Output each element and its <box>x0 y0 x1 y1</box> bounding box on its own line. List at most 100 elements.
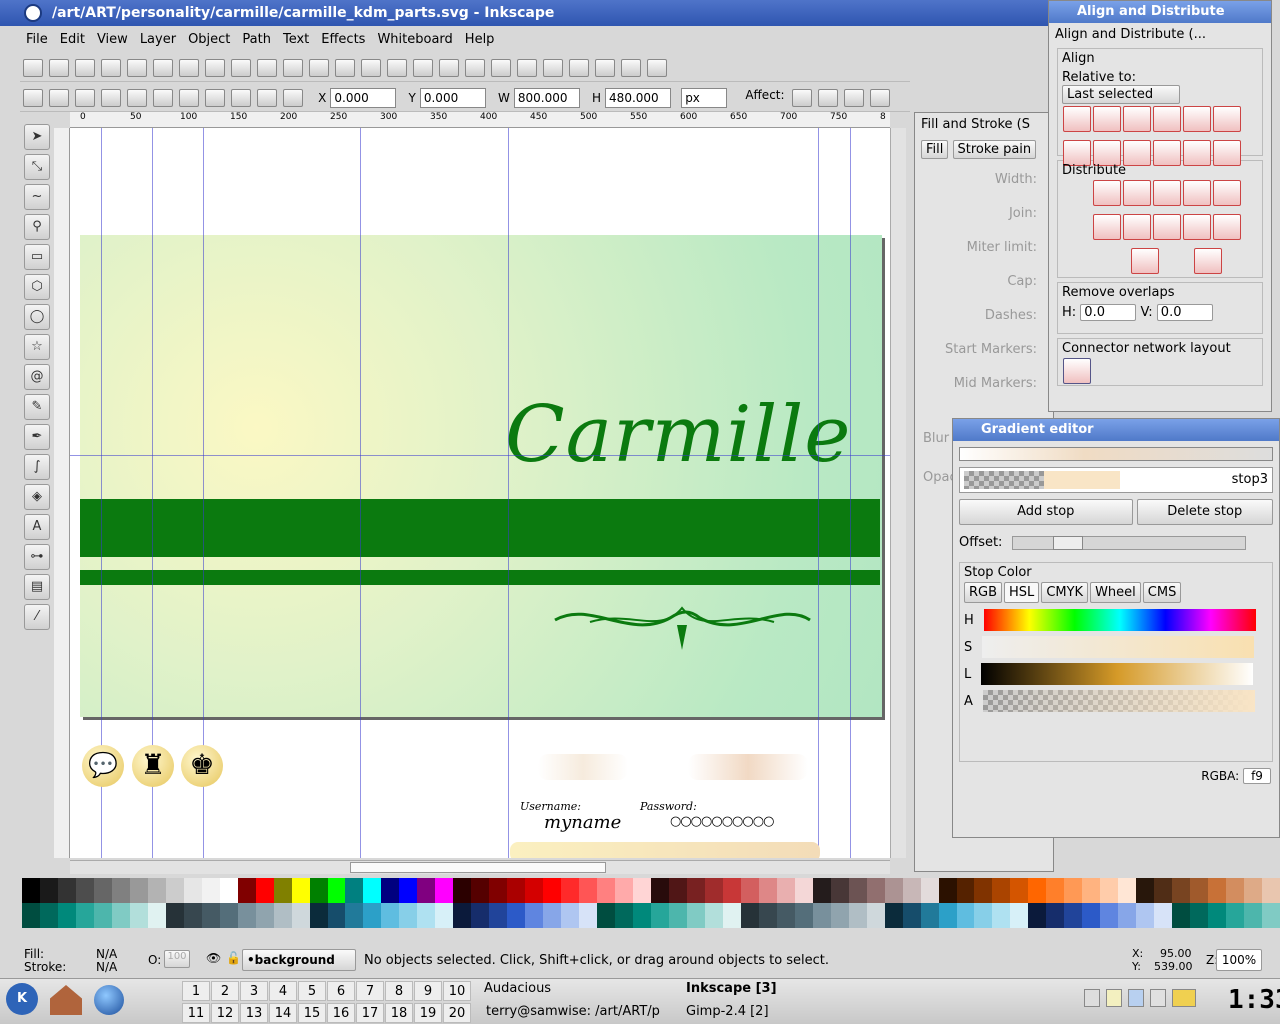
center-horizontal-axis-icon[interactable] <box>1123 140 1151 166</box>
palette-swatch[interactable] <box>1244 878 1263 903</box>
vertical-scrollbar[interactable] <box>890 128 906 858</box>
raise-icon[interactable] <box>231 89 251 107</box>
task-inkscape[interactable]: Inkscape [3] <box>686 981 777 996</box>
relative-to-select[interactable]: Last selected <box>1062 85 1180 104</box>
palette-swatch[interactable] <box>309 878 328 903</box>
palette-swatch[interactable] <box>129 878 148 903</box>
overlap-v-field[interactable]: 0.0 <box>1156 304 1213 321</box>
save-icon[interactable] <box>75 59 95 77</box>
tab-cms[interactable]: CMS <box>1142 582 1182 603</box>
palette-swatch[interactable] <box>956 878 975 903</box>
tweak-tool-icon[interactable]: ~ <box>24 184 50 210</box>
guide-line[interactable] <box>818 128 819 858</box>
desktop-1[interactable]: 1 <box>182 981 210 1001</box>
desktop-3[interactable]: 3 <box>240 981 268 1001</box>
flip-v-icon[interactable] <box>179 89 199 107</box>
palette-swatch[interactable] <box>165 903 184 928</box>
palette-swatch[interactable] <box>1262 878 1280 903</box>
palette-swatch[interactable] <box>1226 903 1245 928</box>
palette-swatch[interactable] <box>866 903 885 928</box>
menu-effects[interactable]: Effects <box>315 28 371 52</box>
palette-swatch[interactable] <box>1118 878 1137 903</box>
palette-swatch[interactable] <box>75 878 94 903</box>
offset-slider-thumb[interactable] <box>1053 535 1084 550</box>
green-band-wide[interactable] <box>80 499 880 557</box>
menu-object[interactable]: Object <box>182 28 236 52</box>
flip-h-icon[interactable] <box>153 89 173 107</box>
unclump-icon[interactable] <box>1194 248 1222 274</box>
palette-swatch[interactable] <box>650 903 669 928</box>
palette-swatch[interactable] <box>435 878 454 903</box>
browser-globe-icon[interactable] <box>94 985 124 1015</box>
palette-swatch[interactable] <box>722 878 741 903</box>
palette-swatch[interactable] <box>57 878 76 903</box>
offset-slider[interactable] <box>1012 535 1247 550</box>
palette-swatch[interactable] <box>830 878 849 903</box>
scroll-thumb[interactable] <box>350 862 606 873</box>
palette-swatch[interactable] <box>435 903 454 928</box>
palette-swatch[interactable] <box>794 878 813 903</box>
gradient-tool-icon[interactable]: ▤ <box>24 574 50 600</box>
menu-edit[interactable]: Edit <box>54 28 91 52</box>
palette-swatch[interactable] <box>345 903 364 928</box>
selector-tool-icon[interactable]: ➤ <box>24 124 50 150</box>
volume-icon[interactable] <box>1150 989 1166 1007</box>
palette-swatch[interactable] <box>507 903 526 928</box>
xml-editor-icon[interactable] <box>569 59 589 77</box>
palette-swatch[interactable] <box>830 903 849 928</box>
palette-swatch[interactable] <box>992 903 1011 928</box>
palette-swatch[interactable] <box>57 903 76 928</box>
layer-select[interactable]: •background <box>242 949 356 971</box>
node-tool-icon[interactable]: ⤡ <box>24 154 50 180</box>
desktop-6[interactable]: 6 <box>327 981 355 1001</box>
stop-select[interactable]: stop3 <box>959 467 1273 493</box>
palette-swatch[interactable] <box>1064 903 1083 928</box>
palette-swatch[interactable] <box>471 878 490 903</box>
zoom-field[interactable]: 100% <box>1216 949 1262 971</box>
menu-file[interactable]: File <box>20 28 54 52</box>
palette-swatch[interactable] <box>1262 903 1280 928</box>
tab-fill[interactable]: Fill <box>921 140 949 159</box>
palette-swatch[interactable] <box>884 878 903 903</box>
palette-swatch[interactable] <box>22 903 40 928</box>
desktop-12[interactable]: 12 <box>211 1003 239 1023</box>
star-tool-icon[interactable]: ☆ <box>24 334 50 360</box>
palette-swatch[interactable] <box>1010 903 1029 928</box>
alpha-slider[interactable] <box>982 690 1255 712</box>
palette-swatch[interactable] <box>812 903 831 928</box>
palette-swatch[interactable] <box>183 878 202 903</box>
delete-stop-button[interactable]: Delete stop <box>1136 499 1273 525</box>
import-icon[interactable] <box>127 59 147 77</box>
palette-swatch[interactable] <box>848 878 867 903</box>
palette-swatch[interactable] <box>686 878 705 903</box>
palette-swatch[interactable] <box>758 903 777 928</box>
palette-swatch[interactable] <box>1010 878 1029 903</box>
layer-visibility-icon[interactable]: 👁 <box>206 951 221 965</box>
rotate-cw-icon[interactable] <box>127 89 147 107</box>
paint-bucket-tool-icon[interactable]: ◈ <box>24 484 50 510</box>
tab-cmyk[interactable]: CMYK <box>1041 582 1089 603</box>
guide-line[interactable] <box>850 128 851 858</box>
green-band-thin[interactable] <box>80 570 880 585</box>
w-field[interactable]: 800.000 <box>513 88 580 108</box>
menu-text[interactable]: Text <box>277 28 315 52</box>
scale-stroke-icon[interactable] <box>791 89 812 107</box>
palette-swatch[interactable] <box>417 903 436 928</box>
palette-swatch[interactable] <box>1046 903 1065 928</box>
menu-view[interactable]: View <box>91 28 134 52</box>
palette-swatch[interactable] <box>1100 878 1119 903</box>
carmille-logo-text[interactable]: Carmille <box>505 390 851 480</box>
desktop-8[interactable]: 8 <box>385 981 413 1001</box>
scale-corners-icon[interactable] <box>817 89 838 107</box>
palette-swatch[interactable] <box>453 903 472 928</box>
zoom-selection-icon[interactable] <box>309 59 329 77</box>
palette-swatch[interactable] <box>201 878 220 903</box>
palette-swatch[interactable] <box>399 903 418 928</box>
palette-swatch[interactable] <box>327 903 346 928</box>
palette-swatch[interactable] <box>1208 903 1227 928</box>
palette-swatch[interactable] <box>1118 903 1137 928</box>
rotate-ccw-icon[interactable] <box>101 89 121 107</box>
palette-swatch[interactable] <box>633 878 651 903</box>
task-audacious[interactable]: Audacious <box>484 981 551 996</box>
palette-swatch[interactable] <box>147 903 166 928</box>
